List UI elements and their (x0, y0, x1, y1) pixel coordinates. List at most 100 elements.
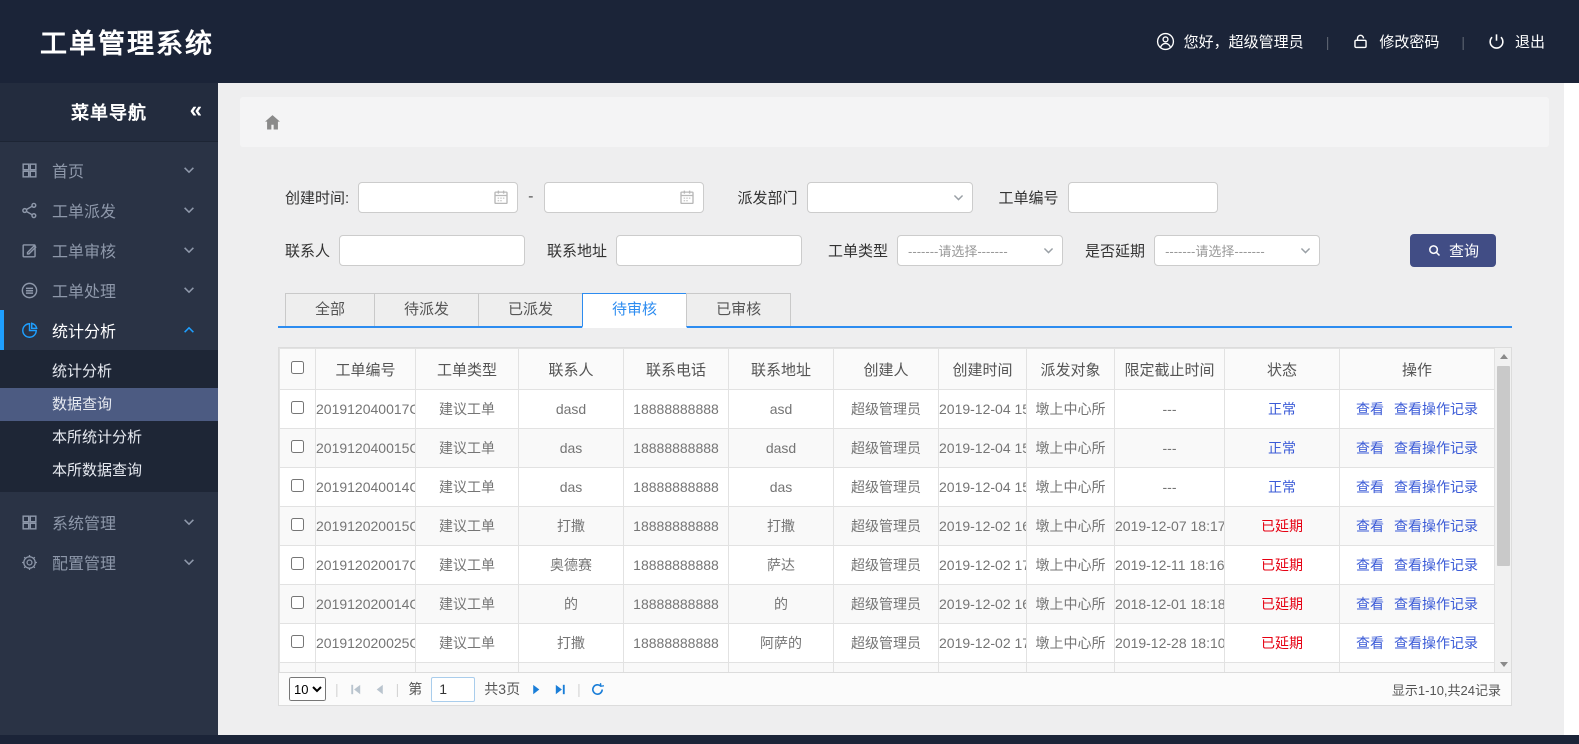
orders-table-container: 工单编号 工单类型 联系人 联系电话 联系地址 创建人 创建时间 派发对象 限定… (278, 347, 1512, 673)
address-input[interactable] (616, 234, 803, 266)
cell-address: das (728, 467, 834, 507)
col-address: 联系地址 (728, 348, 834, 390)
scroll-up-button[interactable] (1495, 348, 1511, 364)
cell-creator: 超级管理员 (833, 428, 939, 468)
cell-order-no: 201912040017C (315, 389, 416, 429)
cell-order-type: 建议工单 (415, 584, 519, 624)
view-log-link[interactable]: 查看操作记录 (1394, 518, 1478, 534)
chevron-down-icon (184, 519, 194, 526)
order-type-select[interactable]: -------请选择------- (897, 234, 1064, 266)
tab-dispatched[interactable]: 已派发 (478, 293, 584, 326)
cell-contact: 打撒 (518, 623, 624, 663)
order-no-label: 工单编号 (998, 189, 1059, 207)
sidebar-item-dispatch[interactable]: 工单派发 (0, 190, 218, 230)
row-checkbox[interactable] (291, 401, 304, 414)
cell-address: asd (728, 389, 834, 429)
status-badge: 正常 (1268, 440, 1296, 456)
status-badge: 已延期 (1261, 518, 1303, 534)
sidebar-item-statistics[interactable]: 统计分析 (0, 310, 218, 350)
col-phone: 联系电话 (623, 348, 729, 390)
cell-creator: 超级管理员 (833, 545, 939, 585)
view-log-link[interactable]: 查看操作记录 (1394, 440, 1478, 456)
create-time-start-input[interactable] (358, 181, 519, 213)
view-log-link[interactable]: 查看操作记录 (1394, 479, 1478, 495)
tab-to-dispatch[interactable]: 待派发 (374, 293, 480, 326)
logout-link[interactable]: 退出 (1487, 31, 1545, 52)
change-password-link[interactable]: 修改密码 (1351, 31, 1439, 52)
col-contact: 联系人 (518, 348, 624, 390)
address-label: 联系地址 (547, 242, 608, 260)
create-time-start (358, 181, 519, 213)
cell-order-no: 201912040015C (315, 428, 416, 468)
prev-page-button[interactable] (372, 682, 387, 697)
dispatch-dept-select[interactable] (806, 181, 973, 213)
view-link[interactable]: 查看 (1356, 479, 1384, 495)
tab-to-review[interactable]: 待审核 (582, 293, 688, 328)
row-checkbox[interactable] (291, 635, 304, 648)
sidebar-subitem-local-statistics[interactable]: 本所统计分析 (0, 421, 218, 454)
cell-contact: 的 (518, 584, 624, 624)
view-link[interactable]: 查看 (1356, 557, 1384, 573)
view-link[interactable]: 查看 (1356, 401, 1384, 417)
page-size-select[interactable]: 10 (289, 677, 326, 701)
view-log-link[interactable]: 查看操作记录 (1394, 596, 1478, 612)
sidebar-item-config[interactable]: 配置管理 (0, 542, 218, 582)
cell-address: 打撒 (728, 506, 834, 546)
tab-all[interactable]: 全部 (285, 293, 376, 326)
view-link[interactable]: 查看 (1356, 440, 1384, 456)
sidebar-item-system[interactable]: 系统管理 (0, 502, 218, 542)
sidebar-title-bar: 菜单导航 « (0, 83, 218, 142)
tab-reviewed[interactable]: 已审核 (686, 293, 792, 326)
search-button[interactable]: 查询 (1409, 233, 1496, 267)
sidebar-subitem-data-query[interactable]: 数据查询 (0, 388, 218, 421)
is-delayed-select[interactable]: -------请选择------- (1154, 234, 1321, 266)
row-checkbox[interactable] (291, 440, 304, 453)
orders-table: 工单编号 工单类型 联系人 联系电话 联系地址 创建人 创建时间 派发对象 限定… (279, 348, 1495, 672)
row-checkbox[interactable] (291, 479, 304, 492)
sidebar-subitem-statistics[interactable]: 统计分析 (0, 355, 218, 388)
view-link[interactable]: 查看 (1356, 518, 1384, 534)
user-greeting[interactable]: 您好，超级管理员 (1156, 31, 1304, 52)
search-icon (1429, 244, 1441, 256)
cell-contact: das (518, 428, 624, 468)
view-log-link[interactable]: 查看操作记录 (1394, 635, 1478, 651)
sidebar-item-review[interactable]: 工单审核 (0, 230, 218, 270)
row-checkbox[interactable] (291, 596, 304, 609)
next-page-button[interactable] (529, 682, 544, 697)
view-log-link[interactable]: 查看操作记录 (1394, 401, 1478, 417)
chevron-down-icon (184, 167, 194, 174)
create-time-end-input[interactable] (543, 181, 704, 213)
sidebar-item-process[interactable]: 工单处理 (0, 270, 218, 310)
view-link[interactable]: 查看 (1356, 635, 1384, 651)
row-checkbox[interactable] (291, 518, 304, 531)
cell-actions: 查看 查看操作记录 (1339, 623, 1495, 663)
table-scrollbar[interactable] (1495, 348, 1511, 672)
scroll-down-button[interactable] (1495, 656, 1511, 672)
cell-order-type: 建议工单 (415, 389, 519, 429)
chevron-down-icon (184, 207, 194, 214)
sidebar-item-home[interactable]: 首页 (0, 150, 218, 190)
row-checkbox[interactable] (291, 557, 304, 570)
cell-order-no: 201912020017C (315, 545, 416, 585)
first-page-button[interactable] (348, 682, 363, 697)
home-icon[interactable] (262, 112, 283, 133)
order-no-input[interactable] (1067, 181, 1218, 213)
collapse-sidebar-button[interactable]: « (190, 97, 202, 123)
view-link[interactable]: 查看 (1356, 596, 1384, 612)
cell-create-time: 2019-12-04 15 (938, 428, 1027, 468)
contact-input[interactable] (339, 234, 526, 266)
scrollbar-thumb[interactable] (1497, 366, 1510, 566)
status-badge: 正常 (1268, 479, 1296, 495)
cell-create-time: 2019-12-02 16 (938, 584, 1027, 624)
last-page-button[interactable] (553, 682, 568, 697)
table-row: 201912020014C 建议工单 的 18888888888 的 超级管理员… (279, 584, 1495, 624)
cell-status: 正常 (1224, 467, 1340, 507)
cell-actions: 查看 查看操作记录 (1339, 428, 1495, 468)
sidebar-subitem-local-data-query[interactable]: 本所数据查询 (0, 454, 218, 487)
view-log-link[interactable]: 查看操作记录 (1394, 557, 1478, 573)
row-select-cell (279, 467, 316, 507)
refresh-button[interactable] (590, 682, 605, 697)
select-all-checkbox[interactable] (291, 360, 304, 374)
page-number-input[interactable] (431, 676, 476, 702)
divider: | (1325, 33, 1330, 50)
